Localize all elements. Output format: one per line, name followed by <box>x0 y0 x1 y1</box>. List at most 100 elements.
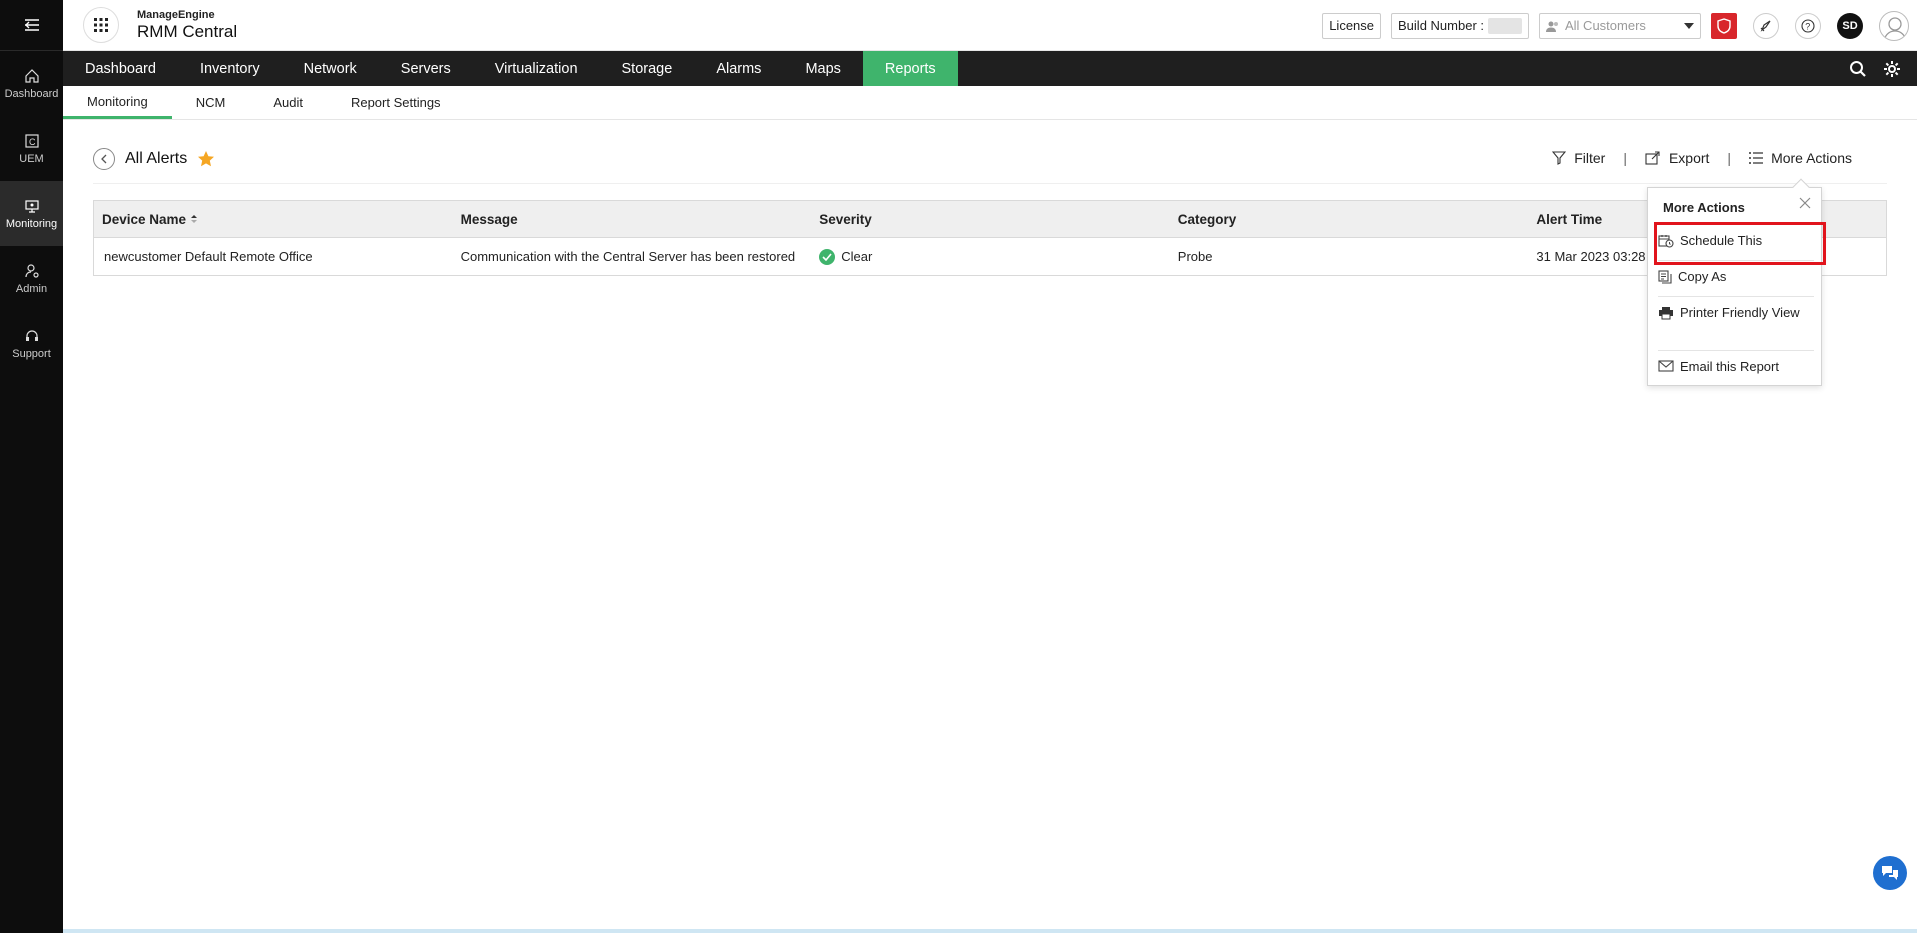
rail-label-uem: UEM <box>19 152 44 165</box>
nav-dashboard[interactable]: Dashboard <box>63 51 178 86</box>
popup-divider <box>1658 296 1814 297</box>
table-row[interactable]: newcustomer Default Remote Office Commun… <box>94 238 1886 275</box>
action-separator: | <box>1727 150 1732 166</box>
col-category[interactable]: Category <box>1170 212 1529 227</box>
grid-icon <box>94 18 108 32</box>
headset-icon <box>25 329 38 341</box>
copy-icon <box>1658 270 1672 284</box>
copy-as-item[interactable]: Copy As <box>1656 269 1814 284</box>
back-button[interactable] <box>93 148 115 170</box>
svg-text:C: C <box>29 137 36 147</box>
rail-item-admin[interactable]: Admin <box>0 246 63 311</box>
list-icon <box>1749 152 1764 164</box>
rail-label-monitoring: Monitoring <box>5 217 58 230</box>
col-device-name-label: Device Name <box>102 211 187 227</box>
printer-friendly-label: Printer Friendly View <box>1680 305 1800 320</box>
copy-as-label: Copy As <box>1678 269 1727 284</box>
email-report-item[interactable]: Email this Report <box>1656 359 1814 374</box>
whats-new-button[interactable] <box>1753 12 1779 39</box>
build-number-label: Build Number : <box>1398 18 1484 33</box>
build-number: Build Number : <box>1391 12 1529 39</box>
users-icon <box>1546 21 1558 32</box>
more-actions-label: More Actions <box>1771 150 1852 166</box>
subtab-ncm[interactable]: NCM <box>172 86 250 119</box>
bottom-border <box>63 929 1917 933</box>
export-icon <box>1645 151 1660 165</box>
top-right-tools: License Build Number : All Customers ? S… <box>1322 0 1917 51</box>
settings-button[interactable] <box>1883 60 1901 78</box>
sub-nav: Monitoring NCM Audit Report Settings <box>63 86 1917 120</box>
customer-select[interactable]: All Customers <box>1539 12 1701 39</box>
col-device-name[interactable]: Device Name <box>94 212 453 227</box>
main-nav: Dashboard Inventory Network Servers Virt… <box>63 51 1917 86</box>
check-icon <box>819 248 836 265</box>
collapse-menu-icon <box>24 19 39 31</box>
user-icon <box>1883 16 1907 40</box>
license-button[interactable]: License <box>1322 12 1382 39</box>
top-bar: ManageEngine RMM Central License Build N… <box>63 0 1917 51</box>
favorite-star-icon[interactable] <box>197 150 215 168</box>
collapse-menu-button[interactable] <box>0 0 63 51</box>
nav-reports[interactable]: Reports <box>862 51 958 86</box>
more-actions-button[interactable]: More Actions <box>1749 150 1852 166</box>
export-label: Export <box>1668 150 1710 166</box>
profile-avatar[interactable] <box>1879 10 1909 41</box>
close-icon <box>1799 197 1811 209</box>
rail-item-dashboard[interactable]: Dashboard <box>0 51 63 116</box>
page-actions: Filter | Export | More Actions <box>1552 150 1852 166</box>
search-icon <box>1850 60 1866 77</box>
rail-item-monitoring[interactable]: Monitoring <box>0 181 63 246</box>
nav-virtualization[interactable]: Virtualization <box>473 51 600 86</box>
nav-network[interactable]: Network <box>282 51 379 86</box>
security-shield-button[interactable] <box>1711 12 1737 39</box>
cell-message: Communication with the Central Server ha… <box>460 249 796 264</box>
rail-label-dashboard: Dashboard <box>4 87 59 100</box>
sort-icon <box>191 215 198 223</box>
export-button[interactable]: Export <box>1645 150 1709 166</box>
chat-button[interactable] <box>1873 856 1907 890</box>
brand-logo: ManageEngine RMM Central <box>137 9 238 41</box>
subtab-report-settings[interactable]: Report Settings <box>327 86 465 119</box>
cell-device-name: newcustomer Default Remote Office <box>104 249 313 264</box>
rocket-icon <box>1760 20 1771 32</box>
popup-title: More Actions <box>1663 200 1745 215</box>
email-icon <box>1658 360 1674 372</box>
rail-label-admin: Admin <box>15 282 48 295</box>
shield-icon <box>1717 17 1731 34</box>
rail-item-support[interactable]: Support <box>0 311 63 376</box>
brand-product: RMM Central <box>137 22 238 41</box>
schedule-this-highlight <box>1654 222 1826 265</box>
subtab-monitoring[interactable]: Monitoring <box>63 86 172 119</box>
page-header: All Alerts <box>93 148 215 170</box>
customer-select-value: All Customers <box>1565 18 1646 33</box>
col-message[interactable]: Message <box>453 212 812 227</box>
page-title: All Alerts <box>125 150 188 167</box>
nav-storage[interactable]: Storage <box>600 51 695 86</box>
chat-icon <box>1882 866 1898 880</box>
nav-servers[interactable]: Servers <box>379 51 473 86</box>
monitoring-icon <box>24 199 39 213</box>
help-icon: ? <box>1801 18 1815 33</box>
nav-alarms[interactable]: Alarms <box>694 51 783 86</box>
user-initials-avatar[interactable]: SD <box>1837 12 1863 39</box>
nav-maps[interactable]: Maps <box>783 51 862 86</box>
nav-inventory[interactable]: Inventory <box>178 51 282 86</box>
main-content: All Alerts Filter | Export | More Action… <box>63 120 1917 933</box>
col-severity[interactable]: Severity <box>811 212 1170 227</box>
app-launcher-button[interactable] <box>83 7 119 43</box>
filter-button[interactable]: Filter <box>1552 150 1605 166</box>
brand-vendor: ManageEngine <box>137 9 215 21</box>
search-button[interactable] <box>1849 60 1867 78</box>
svg-text:?: ? <box>1805 21 1810 31</box>
chevron-left-icon <box>101 154 107 164</box>
uem-icon: C <box>24 133 39 148</box>
filter-label: Filter <box>1574 150 1606 166</box>
help-button[interactable]: ? <box>1795 12 1821 39</box>
rail-item-uem[interactable]: C UEM <box>0 116 63 181</box>
popup-divider <box>1658 350 1814 351</box>
printer-friendly-item[interactable]: Printer Friendly View <box>1656 305 1814 320</box>
popup-close-button[interactable] <box>1799 196 1811 214</box>
subtab-audit[interactable]: Audit <box>249 86 327 119</box>
left-rail: Dashboard C UEM Monitoring Admin Support <box>0 0 63 933</box>
cell-category: Probe <box>1177 249 1213 264</box>
